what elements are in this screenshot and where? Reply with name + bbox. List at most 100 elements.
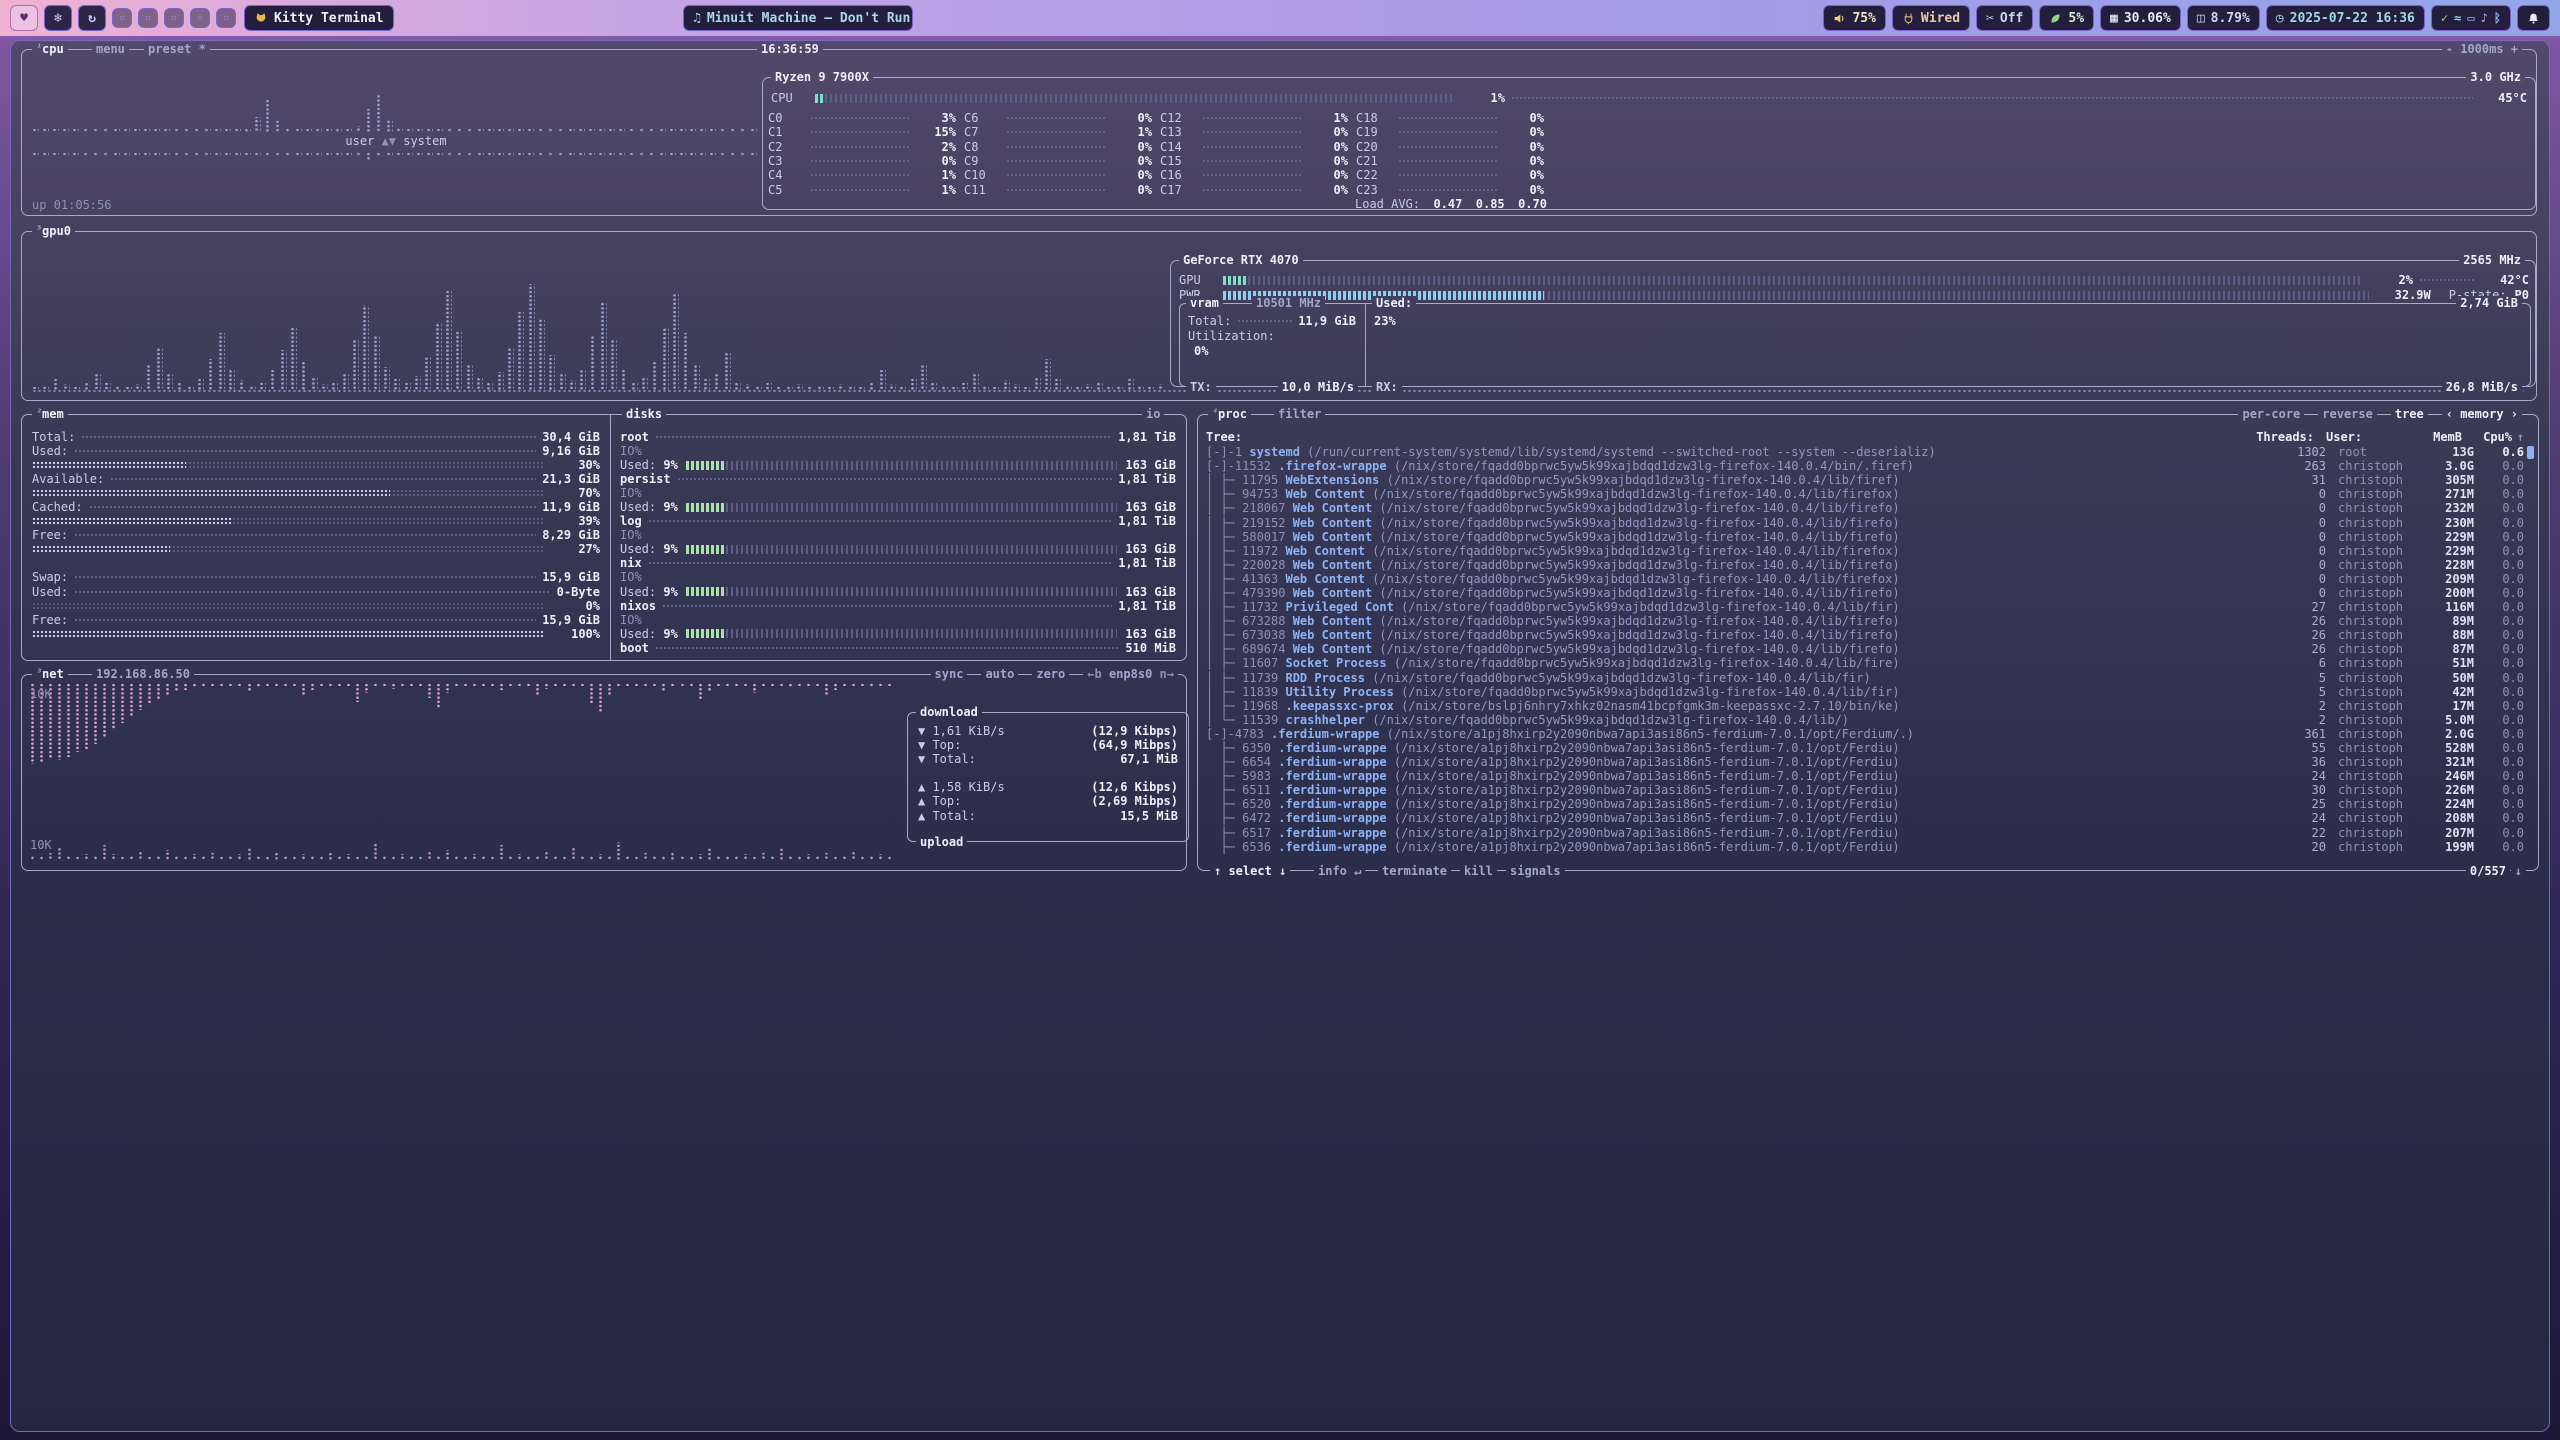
process-row[interactable]: [-]-1 systemd (/run/current-system/syste… [1206, 445, 2524, 459]
network-box-title[interactable]: ³net [32, 667, 68, 681]
process-row[interactable]: │ ├─ 11795 WebExtensions (/nix/store/fqa… [1206, 473, 2524, 487]
workspace-ws-3-button[interactable]: ▫ [164, 8, 184, 28]
kill-button[interactable]: kill [1460, 864, 1497, 878]
process-row[interactable]: │ ├─ 94753 Web Content (/nix/store/fqadd… [1206, 487, 2524, 501]
graph-column [538, 319, 545, 390]
process-row[interactable]: ├─ 6536 .ferdium-wrappe (/nix/store/a1pj… [1206, 840, 2524, 854]
disk-name-row: persist1,81 TiB [620, 472, 1176, 486]
scroll-up-icon[interactable]: ↑ [2512, 430, 2524, 444]
volume-widget[interactable]: 75% [1823, 5, 1885, 31]
process-row[interactable]: [-]-4783 .ferdium-wrappe (/nix/store/a1p… [1206, 727, 2524, 741]
process-row[interactable]: │ ├─ 673038 Web Content (/nix/store/fqad… [1206, 628, 2524, 642]
wave-icon[interactable]: ≈ [2454, 11, 2461, 25]
datetime-widget[interactable]: ◷ 2025-07-22 16:36 [2266, 5, 2425, 31]
per-core-toggle[interactable]: per-core [2238, 407, 2304, 421]
menu-button[interactable]: menu [92, 42, 129, 56]
check-icon[interactable]: ✓ [2441, 11, 2448, 25]
kitty-terminal-button[interactable]: Kitty Terminal [244, 5, 394, 31]
process-row[interactable]: │ ├─ 11732 Privileged Cont (/nix/store/f… [1206, 600, 2524, 614]
workspace-ws-4-button[interactable]: ▫ [190, 8, 210, 28]
process-row[interactable]: │ ├─ 689674 Web Content (/nix/store/fqad… [1206, 642, 2524, 656]
scrollbar-thumb[interactable] [2527, 446, 2534, 459]
process-row[interactable]: │ ├─ 11968 .keepassxc-prox (/nix/store/b… [1206, 699, 2524, 713]
music-widget[interactable]: ♫ Minuit Machine – Don't Run Fro... [683, 5, 913, 31]
process-row[interactable]: │ ├─ 219152 Web Content (/nix/store/fqad… [1206, 515, 2524, 529]
auto-button[interactable]: auto [981, 667, 1018, 681]
header-mem[interactable]: MemB [2406, 430, 2462, 444]
cpu-box-title[interactable]: ¹cpu [32, 42, 68, 56]
graph-column [201, 683, 207, 687]
workspace-ws-5-button[interactable]: ▫ [216, 8, 236, 28]
memory-box-title[interactable]: ²mem [32, 407, 68, 421]
info-button[interactable]: info ↵ [1314, 864, 1365, 878]
mem-meter-row: 27% [32, 542, 600, 556]
process-row[interactable]: [-]-11532 .firefox-wrappe (/nix/store/fq… [1206, 459, 2524, 473]
process-name: Privileged Cont [1285, 600, 1393, 614]
graph-column [580, 683, 586, 686]
next-interface-icon[interactable]: n→ [1152, 667, 1174, 681]
terminate-button[interactable]: terminate [1378, 864, 1451, 878]
disks-io-toggle[interactable]: io [1142, 407, 1164, 421]
header-user[interactable]: User: [2314, 430, 2406, 444]
toggle-widget[interactable]: ✂ Off [1976, 5, 2033, 31]
select-control[interactable]: ↑ select ↓ [1210, 864, 1290, 878]
sort-selector[interactable]: ‹ memory › [2442, 407, 2522, 421]
process-row[interactable]: │ ├─ 11607 Socket Process (/nix/store/fq… [1206, 656, 2524, 670]
workspace-ws-1-button[interactable]: ▫ [112, 8, 132, 28]
tree-toggle[interactable]: tree [2391, 407, 2428, 421]
update-interval-control[interactable]: - 1000ms + [2442, 42, 2522, 56]
process-row[interactable]: ├─ 6472 .ferdium-wrappe (/nix/store/a1pj… [1206, 811, 2524, 825]
process-row[interactable]: ├─ 6520 .ferdium-wrappe (/nix/store/a1pj… [1206, 797, 2524, 811]
graph-column [499, 683, 505, 690]
filter-button[interactable]: filter [1274, 407, 1325, 421]
process-row[interactable]: │ ├─ 580017 Web Content (/nix/store/fqad… [1206, 530, 2524, 544]
preset-button[interactable]: preset * [144, 42, 210, 56]
process-name: .ferdium-wrappe [1271, 727, 1379, 741]
prev-interface-icon[interactable]: ←b [1087, 667, 1109, 681]
reverse-toggle[interactable]: reverse [2318, 407, 2377, 421]
graph-column [228, 683, 234, 686]
process-row[interactable]: │ ├─ 673288 Web Content (/nix/store/fqad… [1206, 614, 2524, 628]
notification-button[interactable] [2517, 5, 2550, 31]
header-cpu[interactable]: Cpu% [2462, 430, 2512, 444]
interface-switcher[interactable]: ←b enp8s0 n→ [1083, 667, 1178, 681]
workspace-reload-button[interactable]: ↻ [78, 5, 106, 31]
graph-column [558, 152, 565, 155]
process-row[interactable]: │ ├─ 41363 Web Content (/nix/store/fqadd… [1206, 572, 2524, 586]
process-row[interactable]: ├─ 6654 .ferdium-wrappe (/nix/store/a1pj… [1206, 755, 2524, 769]
process-row[interactable]: ├─ 6517 .ferdium-wrappe (/nix/store/a1pj… [1206, 826, 2524, 840]
process-row[interactable]: │ ├─ 11972 Web Content (/nix/store/fqadd… [1206, 544, 2524, 558]
core-name: C12 [1160, 111, 1196, 125]
workspace-launcher-button[interactable]: ♥ [10, 5, 38, 31]
process-row[interactable]: │ └─ 11539 crashhelper (/nix/store/fqadd… [1206, 713, 2524, 727]
header-threads[interactable]: Threads: [2254, 430, 2314, 444]
window-icon[interactable]: ▭ [2467, 11, 2474, 25]
process-row[interactable]: │ ├─ 218067 Web Content (/nix/store/fqad… [1206, 501, 2524, 515]
process-box-title[interactable]: ⁴proc [1208, 407, 1251, 421]
process-row[interactable]: │ ├─ 11739 RDD Process (/nix/store/fqadd… [1206, 671, 2524, 685]
process-row[interactable]: │ ├─ 220028 Web Content (/nix/store/fqad… [1206, 558, 2524, 572]
system-tray[interactable]: ✓ ≈ ▭ ♪ ᛒ [2431, 5, 2511, 31]
scroll-down-icon[interactable]: ↓ [2511, 864, 2526, 878]
disk-widget[interactable]: ◫ 8.79% [2187, 5, 2260, 31]
zero-button[interactable]: zero [1032, 667, 1069, 681]
sync-button[interactable]: sync [931, 667, 968, 681]
process-row[interactable]: │ ├─ 11839 Utility Process (/nix/store/f… [1206, 685, 2524, 699]
disks-title[interactable]: disks [622, 407, 666, 421]
network-widget[interactable]: Wired [1892, 5, 1970, 31]
bluetooth-icon[interactable]: ᛒ [2494, 11, 2501, 25]
cpu-widget[interactable]: 5% [2039, 5, 2094, 31]
workspace-ws-2-button[interactable]: ▫ [138, 8, 158, 28]
graph-column [201, 855, 207, 860]
gpu-box-title[interactable]: ⁵gpu0 [32, 224, 75, 238]
note-icon[interactable]: ♪ [2481, 11, 2488, 25]
memory-widget[interactable]: ▦ 30.06% [2100, 5, 2181, 31]
process-row[interactable]: ├─ 5983 .ferdium-wrappe (/nix/store/a1pj… [1206, 769, 2524, 783]
process-row[interactable]: ├─ 6350 .ferdium-wrappe (/nix/store/a1pj… [1206, 741, 2524, 755]
signals-button[interactable]: signals [1506, 864, 1565, 878]
process-row[interactable]: ├─ 6511 .ferdium-wrappe (/nix/store/a1pj… [1206, 783, 2524, 797]
header-tree[interactable]: Tree: [1206, 430, 2254, 444]
workspace-nix-menu-button[interactable]: ❄ [44, 5, 72, 31]
process-row[interactable]: │ ├─ 479390 Web Content (/nix/store/fqad… [1206, 586, 2524, 600]
process-path: (/nix/store/fqadd0bprwc5yw5k99xajbdqd1dz… [1365, 487, 1900, 501]
